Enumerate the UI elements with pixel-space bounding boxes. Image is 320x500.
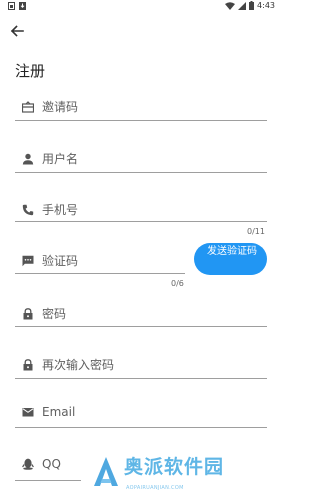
qq-field[interactable]: QQ (22, 457, 61, 471)
phone-counter: 0/11 (247, 227, 265, 236)
confirm-password-underline (15, 378, 267, 379)
qq-placeholder: QQ (42, 457, 61, 471)
watermark-logo (94, 457, 118, 486)
watermark-text: 奥派软件园 (124, 456, 225, 478)
verify-code-field[interactable]: 验证码 (22, 252, 78, 269)
email-field[interactable]: Email (22, 405, 75, 419)
watermark-subtext: AOPAIRUANJIAN.COM (126, 485, 184, 491)
back-arrow-icon[interactable] (8, 22, 26, 40)
confirm-password-field[interactable]: 再次输入密码 (22, 356, 114, 373)
wifi-icon (225, 1, 236, 10)
phone-placeholder: 手机号 (42, 203, 79, 217)
person-icon (22, 153, 34, 164)
confirm-password-placeholder: 再次输入密码 (42, 358, 115, 372)
email-icon (22, 408, 34, 417)
notification-icons (8, 2, 26, 10)
lock-icon (23, 307, 33, 319)
invite-code-field[interactable]: 邀请码 (22, 98, 78, 115)
phone-icon (22, 204, 34, 215)
password-underline (15, 326, 267, 327)
status-bar: 4:43 (0, 0, 281, 14)
status-time: 4:43 (257, 1, 275, 10)
username-field[interactable]: 用户名 (22, 150, 78, 167)
invite-code-placeholder: 邀请码 (42, 100, 79, 114)
download-icon (19, 2, 26, 10)
password-field[interactable]: 密码 (22, 305, 66, 322)
username-placeholder: 用户名 (42, 152, 79, 166)
notification-icon (8, 2, 15, 10)
phone-field[interactable]: 手机号 (22, 201, 78, 218)
email-underline (15, 427, 267, 428)
verify-code-placeholder: 验证码 (42, 254, 79, 268)
send-verify-code-button[interactable]: 发送验证码 (194, 243, 267, 275)
username-underline (15, 172, 267, 173)
email-placeholder: Email (42, 405, 76, 419)
password-placeholder: 密码 (42, 307, 67, 321)
lock-icon (23, 358, 33, 370)
page-title: 注册 (15, 62, 46, 80)
verify-code-underline (15, 273, 185, 274)
invite-code-underline (15, 120, 267, 121)
qq-penguin-icon (22, 458, 34, 470)
watermark: 奥派软件园 AOPAIRUANJIAN.COM (92, 452, 281, 500)
card-giftcard-icon (22, 100, 34, 113)
verify-code-counter: 0/6 (171, 279, 184, 288)
qq-underline (15, 480, 81, 481)
status-indicators: 4:43 (225, 1, 275, 10)
battery-icon (249, 1, 255, 10)
signal-icon (238, 1, 247, 10)
sms-icon (22, 255, 34, 266)
phone-underline (15, 221, 267, 222)
